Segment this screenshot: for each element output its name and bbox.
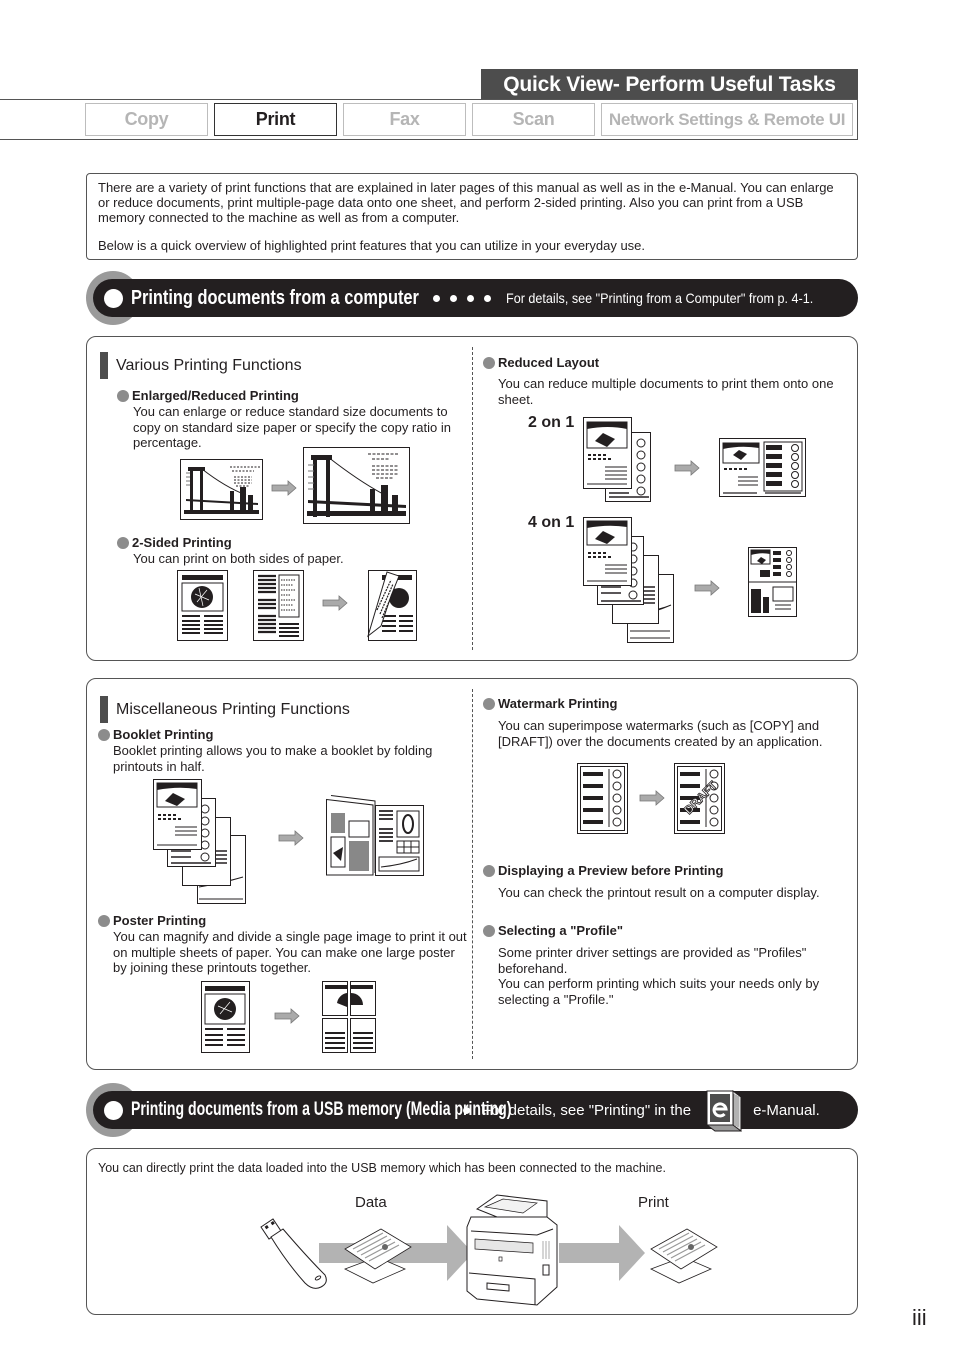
booklet-result-image xyxy=(326,795,424,876)
bullet-icon xyxy=(483,356,495,369)
four-on-one-illustration xyxy=(583,517,797,643)
tab-copy[interactable]: Copy xyxy=(85,103,208,136)
tab-scan[interactable]: Scan xyxy=(472,103,595,136)
feature-title: Selecting a "Profile" xyxy=(483,923,623,938)
document-before-watermark xyxy=(577,763,628,834)
feature-description: Some printer driver settings are provide… xyxy=(498,945,820,1007)
panel-misc-functions: Miscellaneous Printing Functions Booklet… xyxy=(86,678,858,1070)
intro-paragraph: There are a variety of print functions t… xyxy=(98,180,834,225)
feature-title: Booklet Printing xyxy=(98,727,213,742)
print-document-icon xyxy=(650,1228,718,1284)
bullet-icon xyxy=(104,288,123,308)
source-page-1 xyxy=(583,417,632,489)
feature-title: 2-Sided Printing xyxy=(117,535,232,550)
bullet-icon xyxy=(483,864,495,877)
bullet-icon xyxy=(483,697,495,710)
feature-title: Displaying a Preview before Printing xyxy=(483,863,723,878)
arrow-icon xyxy=(271,480,297,496)
booklet-source-page-1 xyxy=(153,779,202,850)
feature-title: Poster Printing xyxy=(98,913,206,928)
watermark-illustration: DRAFT xyxy=(577,763,725,834)
arrow-icon xyxy=(278,830,304,846)
two-on-one-illustration xyxy=(583,417,806,502)
arrow-icon xyxy=(639,790,665,806)
section-reference-suffix: e-Manual. xyxy=(753,1101,820,1119)
feature-description: You can superimpose watermarks (such as … xyxy=(498,718,823,749)
duplex-page-image xyxy=(367,570,417,641)
feature-title: Enlarged/Reduced Printing xyxy=(117,388,299,403)
poster-illustration xyxy=(201,981,376,1053)
printer-machine-icon xyxy=(466,1194,558,1306)
enlarge-illustration xyxy=(180,447,410,524)
feature-description: Booklet printing allows you to make a bo… xyxy=(113,743,433,774)
section-reference: For details, see "Printing" in the xyxy=(482,1101,692,1119)
intro-paragraph: Below is a quick overview of highlighted… xyxy=(98,238,646,253)
section-title: Printing documents from a USB memory (Me… xyxy=(131,1099,512,1120)
large-bridge-image xyxy=(303,447,410,524)
page-number: iii xyxy=(912,1305,927,1330)
page-section-title: Quick View- Perform Useful Tasks xyxy=(481,69,858,100)
bullet-icon xyxy=(104,1100,123,1120)
feature-title: Reduced Layout xyxy=(483,355,599,370)
panel-divider xyxy=(472,347,473,650)
feature-description: You can magnify and divide a single page… xyxy=(113,929,467,975)
bullet-icon xyxy=(98,914,110,927)
usb-description: You can directly print the data loaded i… xyxy=(98,1161,666,1175)
feature-description: You can print on both sides of paper. xyxy=(133,551,344,566)
small-bridge-image xyxy=(180,459,263,520)
tab-fax[interactable]: Fax xyxy=(343,103,466,136)
dots-decoration xyxy=(428,294,496,302)
e-manual-book-icon[interactable] xyxy=(703,1087,745,1133)
layout-label-2on1: 2 on 1 xyxy=(528,414,575,431)
tabbar-bottom-rule xyxy=(0,139,858,140)
feature-description: You can reduce multiple documents to pri… xyxy=(498,376,834,407)
feature-description: You can check the printout result on a c… xyxy=(498,885,820,900)
bullet-icon xyxy=(117,389,129,402)
flow-arrow-icon xyxy=(559,1225,645,1281)
result-page-4on1 xyxy=(748,547,797,617)
two-sided-illustration xyxy=(177,570,417,641)
section-header-usb: Printing documents from a USB memory (Me… xyxy=(86,1083,858,1137)
arrow-icon xyxy=(322,595,348,611)
tab-print[interactable]: Print xyxy=(214,103,337,136)
section-header-computer: Printing documents from a computer For d… xyxy=(86,271,858,325)
front-page-image xyxy=(177,570,228,641)
panel-various-functions: Various Printing Functions Enlarged/Redu… xyxy=(86,336,858,661)
feature-title: Watermark Printing xyxy=(483,696,617,711)
panel-heading: Various Printing Functions xyxy=(100,352,302,379)
result-page-2on1 xyxy=(719,438,806,497)
poster-tiled-result xyxy=(322,981,376,1053)
bullet-icon xyxy=(483,924,495,937)
section-title: Printing documents from a computer xyxy=(131,286,419,309)
section-reference: For details, see "Printing from a Comput… xyxy=(506,290,814,306)
usb-flow-illustration xyxy=(260,1194,718,1306)
poster-source-page xyxy=(201,981,250,1053)
tab-network-settings[interactable]: Network Settings & Remote UI xyxy=(601,103,853,136)
source-page-1 xyxy=(583,517,632,586)
panel-divider xyxy=(472,689,473,1059)
panel-heading: Miscellaneous Printing Functions xyxy=(100,696,350,723)
arrow-icon xyxy=(274,1008,300,1024)
layout-label-4on1: 4 on 1 xyxy=(528,514,575,531)
bullet-icon xyxy=(117,536,129,549)
feature-description: You can enlarge or reduce standard size … xyxy=(133,404,451,450)
bullet-icon xyxy=(98,728,110,741)
usb-memory-icon xyxy=(260,1218,327,1289)
arrow-icon xyxy=(674,460,700,476)
tabbar-right-rule xyxy=(857,99,858,140)
back-page-image xyxy=(253,570,304,641)
tabbar-top-rule xyxy=(0,99,858,100)
booklet-illustration xyxy=(153,779,424,904)
arrow-icon xyxy=(694,580,720,596)
intro-box: There are a variety of print functions t… xyxy=(86,173,858,260)
panel-usb-printing: You can directly print the data loaded i… xyxy=(86,1148,858,1315)
